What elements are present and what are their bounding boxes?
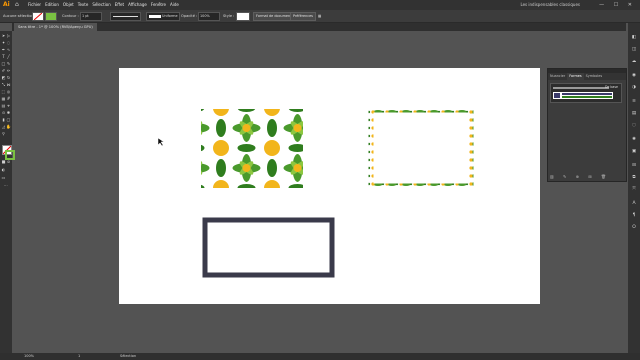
stroke-panel-icon[interactable]: ≡: [631, 99, 637, 105]
graphic-styles-icon[interactable]: ▣: [631, 149, 637, 155]
stroke-label: Contour :: [62, 14, 79, 18]
paintbrush-icon[interactable]: ✎: [6, 61, 11, 66]
draw-mode-icon[interactable]: ◐: [1, 167, 6, 172]
graphic-style-swatch[interactable]: [236, 12, 250, 21]
opacity-field[interactable]: 100%: [198, 12, 220, 21]
menu-affichage[interactable]: Affichage: [128, 0, 147, 10]
menu-bar: Ai ⌂ Fichier Edition Objet Texte Sélecti…: [0, 0, 640, 10]
artwork-canvas: [157, 107, 474, 278]
brush-basic-stroke[interactable]: [553, 87, 609, 89]
tab-nuancier[interactable]: Nuancier: [548, 73, 567, 80]
curvature-tool-icon[interactable]: ∿: [6, 47, 11, 52]
stroke-swatch[interactable]: [45, 12, 57, 21]
shape-builder-icon[interactable]: ◎: [6, 89, 11, 94]
character-icon[interactable]: A: [631, 201, 637, 207]
brush-label: De base: [604, 85, 618, 89]
main-menu: Fichier Edition Objet Texte Sélection Ef…: [28, 0, 179, 10]
brush-name: Uniforme: [162, 14, 178, 18]
menu-selection[interactable]: Sélection: [92, 0, 110, 10]
align-icon[interactable]: ⊟: [631, 163, 637, 169]
status-bar: 100% 1 Sélection: [0, 353, 640, 360]
width-tool-icon[interactable]: ⋈: [6, 82, 11, 87]
pencil-icon[interactable]: ✏: [6, 68, 11, 73]
properties-icon[interactable]: ◧: [631, 35, 637, 41]
workspace-switcher[interactable]: Les indispensables classiques: [520, 0, 580, 10]
layers-icon[interactable]: ◫: [631, 47, 637, 53]
mesh-tool-icon[interactable]: #: [6, 96, 11, 101]
menu-aide[interactable]: Aide: [170, 0, 179, 10]
menu-objet[interactable]: Objet: [63, 0, 74, 10]
lasso-icon[interactable]: ◌: [6, 40, 11, 45]
pattern-brush-rectangle[interactable]: [368, 107, 474, 189]
brush-pattern-preview[interactable]: [553, 92, 613, 99]
color-guide-icon[interactable]: ◑: [631, 85, 637, 91]
selection-state: Aucune sélection: [3, 14, 34, 18]
mouse-cursor-icon: [157, 137, 165, 147]
paragraph-icon[interactable]: ¶: [631, 213, 637, 219]
opacity-label: Opacité :: [181, 14, 198, 18]
menu-texte[interactable]: Texte: [78, 0, 89, 10]
control-bar: Aucune sélection Contour : 1 pt Uniforme…: [0, 10, 640, 23]
menu-edition[interactable]: Edition: [45, 0, 59, 10]
tab-symboles[interactable]: Symboles: [584, 73, 604, 80]
zoom-level[interactable]: 100%: [24, 353, 34, 360]
menu-fenetre[interactable]: Fenêtre: [151, 0, 166, 10]
document-tab[interactable]: Sans titre - 1* @ 100% (RVB/Aperçu GPU): [14, 23, 97, 31]
artboard-number[interactable]: 1: [78, 353, 80, 360]
transparency-icon[interactable]: ◌: [631, 123, 637, 129]
window-controls[interactable]: — ☐ ✕: [599, 0, 636, 10]
brush-definition[interactable]: Uniforme: [146, 12, 180, 21]
pattern-swatch-rectangle[interactable]: [201, 109, 303, 188]
stroke-weight-field[interactable]: 1 pt: [80, 12, 102, 21]
color-panel-icon[interactable]: ◉: [631, 73, 637, 79]
variable-width-profile[interactable]: [110, 12, 141, 21]
style-label: Style :: [223, 14, 235, 18]
screen-mode-icon[interactable]: ▭: [1, 175, 6, 180]
zoom-tool-icon[interactable]: ⚲: [1, 131, 6, 136]
rotate-tool-icon[interactable]: ↻: [6, 75, 11, 80]
menu-fichier[interactable]: Fichier: [28, 0, 41, 10]
tools-panel: ➤ ▷ ✦ ◌ ✒ ∿ T ╱ □ ✎ ✐ ✏ ◩ ↻ ⤡ ⋈ ⬚ ◎ ▦ # …: [0, 31, 15, 353]
preferences-button[interactable]: Préférences: [290, 12, 316, 21]
more-tools-icon[interactable]: ⋯: [3, 183, 8, 188]
hand-tool-icon[interactable]: ✋: [6, 124, 11, 129]
transform-icon[interactable]: ⤧: [631, 187, 637, 193]
pathfinder-icon[interactable]: ⧉: [631, 175, 637, 181]
home-icon[interactable]: ⌂: [15, 1, 19, 9]
panel-footer-icons[interactable]: ▥ ✎ ⊕ ⊞ 🗑: [550, 174, 610, 179]
line-tool-icon[interactable]: ╱: [6, 54, 11, 59]
brush-list[interactable]: De base: [550, 83, 622, 103]
right-dock: ◧ ◫ ☁ ◉ ◑ ≡ ▤ ◌ ✺ ▣ ⊟ ⧉ ⤧ A ¶ O: [628, 23, 640, 353]
direct-selection-tool-icon[interactable]: ▷: [6, 33, 11, 38]
doc-format-button[interactable]: Format de document: [253, 12, 295, 21]
tab-formes[interactable]: Formes: [567, 73, 584, 80]
fill-swatch[interactable]: [32, 12, 44, 21]
menu-effet[interactable]: Effet: [115, 0, 124, 10]
gradient-panel-icon[interactable]: ▤: [631, 111, 637, 117]
arrange-icon[interactable]: ▦: [318, 10, 321, 22]
current-tool[interactable]: Sélection: [120, 353, 136, 360]
dark-stroke-rectangle[interactable]: [202, 217, 335, 278]
app-logo: Ai: [3, 1, 10, 8]
brushes-panel: Nuancier Formes Symboles De base ▥ ✎ ⊕ ⊞…: [547, 68, 627, 182]
panel-tabs: Nuancier Formes Symboles: [548, 73, 626, 80]
none-mode-icon[interactable]: ⊘: [6, 159, 11, 164]
document-tabbar: Sans titre - 1* @ 100% (RVB/Aperçu GPU): [12, 23, 626, 31]
eyedropper-icon[interactable]: ⌖: [6, 103, 11, 108]
libraries-icon[interactable]: ☁: [631, 59, 637, 65]
opentype-icon[interactable]: O: [631, 225, 637, 231]
artboard-tool-icon[interactable]: ▢: [6, 117, 11, 122]
symbol-sprayer-icon[interactable]: ✺: [6, 110, 11, 115]
artboard[interactable]: [119, 68, 540, 304]
appearance-icon[interactable]: ✺: [631, 137, 637, 143]
none-swatch-icon: [33, 12, 43, 21]
